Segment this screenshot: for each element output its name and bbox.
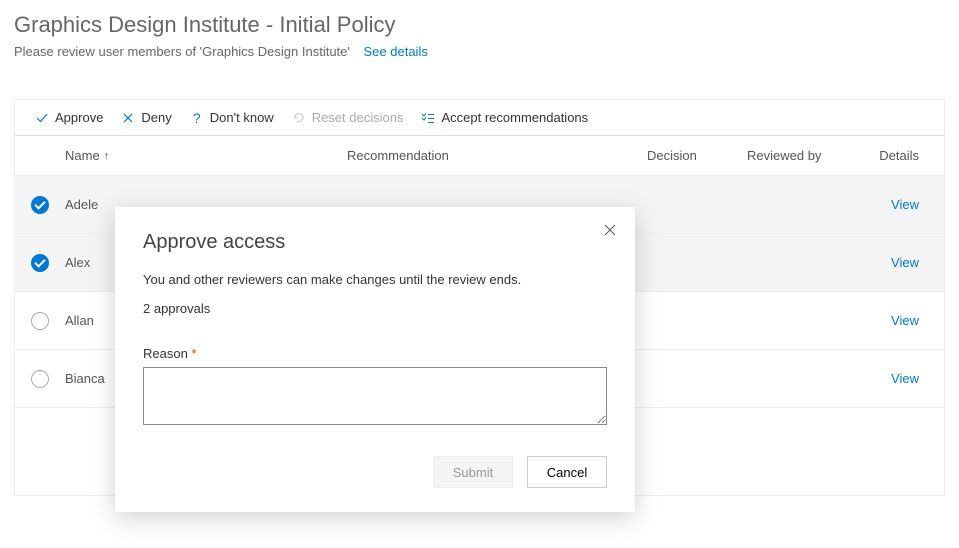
action-toolbar: Approve Deny ? Don't know Reset decision… (14, 99, 945, 136)
check-icon (35, 111, 49, 125)
dialog-title: Approve access (143, 231, 607, 254)
close-icon (603, 225, 617, 240)
sort-asc-icon: ↑ (104, 150, 110, 162)
column-decision[interactable]: Decision (647, 148, 747, 163)
page-subtitle: Please review user members of 'Graphics … (14, 44, 350, 59)
see-details-link[interactable]: See details (364, 44, 428, 59)
accept-recommendations-button[interactable]: Accept recommendations (421, 110, 588, 125)
view-link[interactable]: View (891, 313, 919, 328)
close-button[interactable] (603, 223, 617, 240)
question-icon: ? (190, 111, 204, 125)
x-icon (121, 111, 135, 125)
dont-know-label: Don't know (210, 110, 274, 125)
row-checkbox[interactable] (31, 312, 49, 330)
view-link[interactable]: View (891, 255, 919, 270)
deny-label: Deny (141, 110, 171, 125)
view-link[interactable]: View (891, 197, 919, 212)
reset-decisions-button: Reset decisions (292, 110, 404, 125)
column-recommendation[interactable]: Recommendation (347, 148, 647, 163)
table-header: Name ↑ Recommendation Decision Reviewed … (14, 136, 945, 176)
deny-button[interactable]: Deny (121, 110, 171, 125)
approve-label: Approve (55, 110, 103, 125)
column-details: Details (857, 148, 927, 163)
required-indicator-icon: * (191, 346, 196, 361)
approval-count: 2 approvals (143, 301, 607, 316)
view-link[interactable]: View (891, 371, 919, 386)
row-checkbox[interactable] (31, 370, 49, 388)
column-name[interactable]: Name ↑ (65, 148, 347, 163)
dialog-description: You and other reviewers can make changes… (143, 272, 607, 287)
page-title: Graphics Design Institute - Initial Poli… (14, 12, 945, 38)
accept-reco-label: Accept recommendations (441, 110, 588, 125)
list-check-icon (421, 111, 435, 125)
reset-label: Reset decisions (312, 110, 404, 125)
reset-icon (292, 111, 306, 125)
row-checkbox[interactable] (31, 196, 49, 214)
approve-button[interactable]: Approve (35, 110, 103, 125)
reason-input[interactable] (143, 367, 607, 425)
dont-know-button[interactable]: ? Don't know (190, 110, 274, 125)
row-checkbox[interactable] (31, 254, 49, 272)
approve-access-dialog: Approve access You and other reviewers c… (115, 207, 635, 512)
submit-button[interactable]: Submit (433, 456, 513, 488)
cancel-button[interactable]: Cancel (527, 456, 607, 488)
reason-label: Reason (143, 346, 188, 361)
column-reviewed-by[interactable]: Reviewed by (747, 148, 857, 163)
column-name-label: Name (65, 148, 100, 163)
